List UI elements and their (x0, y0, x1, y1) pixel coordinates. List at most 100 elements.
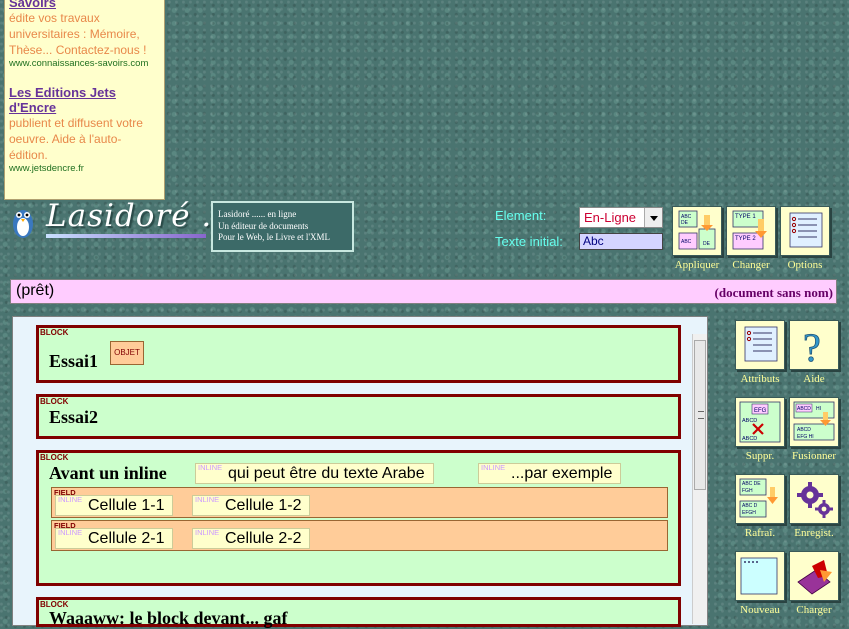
apply-icon: ABC DE ABC DE (672, 206, 722, 256)
svg-text:TYPE 2: TYPE 2 (735, 236, 756, 242)
cell-2-2[interactable]: INLINE Cellule 2-2 (192, 528, 311, 549)
tagline-line: Lasidoré ...... en ligne (218, 209, 297, 219)
block-title[interactable]: Essai2 (49, 407, 98, 428)
changer-button[interactable]: TYPE 1 TYPE 2 Changer (726, 206, 776, 271)
aide-button[interactable]: ? Aide (789, 320, 839, 385)
ad-url[interactable]: www.jetsdencre.fr (9, 163, 160, 174)
nouveau-label: Nouveau (740, 604, 780, 616)
logo-text: Lasidoré ... (46, 198, 234, 234)
block-essai1[interactable]: BLOCK Essai1 OBJET (36, 325, 681, 383)
inline-text: qui peut être du texte Arabe (228, 465, 425, 482)
attributs-button[interactable]: Attributs (735, 320, 785, 385)
rafraichir-label: Rafraî. (744, 527, 776, 539)
inline-tag: INLINE (198, 463, 223, 472)
ad-url[interactable]: www.connaissances-savoirs.com (9, 58, 160, 69)
fusionner-label: Fusionner (792, 450, 836, 462)
suppr-button[interactable]: EFG ABCD ABCD Suppr. (735, 397, 785, 462)
block-essai2[interactable]: BLOCK Essai2 (36, 394, 681, 439)
ad-link-savoirs[interactable]: Savoirs (9, 0, 160, 10)
svg-text:?: ? (803, 325, 821, 369)
texte-initial-label: Texte initial: (495, 234, 563, 249)
svg-text:ABCD: ABCD (797, 406, 811, 412)
options-button[interactable]: Options (780, 206, 830, 271)
cell-text: Cellule 1-1 (88, 497, 165, 514)
svg-text:ABC: ABC (681, 239, 692, 245)
inline-tag: INLINE (195, 528, 220, 537)
rafraichir-button[interactable]: ABC DE FGH ABC D EFGH Rafraî. (735, 474, 785, 539)
block-avant-inline[interactable]: BLOCK Avant un inline INLINE qui peut êt… (36, 450, 681, 586)
objet-element[interactable]: OBJET (110, 341, 144, 365)
svg-text:ABCD: ABCD (797, 427, 811, 433)
ad-link-jets-encre[interactable]: Les Editions Jets d'Encre (9, 85, 160, 115)
status-text: (prêt) (16, 282, 55, 299)
element-select-value: En-Ligne (584, 210, 637, 225)
charger-button[interactable]: Charger (789, 551, 839, 616)
chevron-down-icon[interactable] (644, 208, 662, 227)
inline-tag: INLINE (58, 495, 83, 504)
block-title[interactable]: Avant un inline (49, 463, 167, 484)
svg-text:DE: DE (681, 220, 689, 226)
inline-tag: INLINE (481, 463, 506, 472)
appliquer-button[interactable]: ABC DE ABC DE Appliquer (672, 206, 722, 271)
field-row[interactable]: FIELD INLINE Cellule 2-1 INLINE Cellule … (51, 520, 668, 551)
charger-label: Charger (796, 604, 832, 616)
block-title[interactable]: Waaaww: le block devant... gaf (49, 608, 288, 629)
svg-text:EFG: EFG (754, 408, 767, 414)
block-waaaww[interactable]: BLOCK Waaaww: le block devant... gaf (36, 597, 681, 629)
cell-1-1[interactable]: INLINE Cellule 1-1 (55, 495, 174, 516)
scrollbar-thumb[interactable] (694, 340, 706, 490)
cell-1-2[interactable]: INLINE Cellule 1-2 (192, 495, 311, 516)
svg-text:ABC D: ABC D (742, 503, 758, 509)
suppr-label: Suppr. (745, 450, 775, 462)
svg-text:ABC DE: ABC DE (742, 481, 761, 487)
svg-text:ABCD: ABCD (742, 436, 757, 442)
attributes-icon (735, 320, 785, 370)
ad-desc: édite vos travaux universitaires : Mémoi… (9, 11, 147, 57)
delete-icon: EFG ABCD ABCD (735, 397, 785, 447)
scrollbar-grip (698, 411, 704, 419)
svg-text:FGH: FGH (742, 488, 753, 494)
element-label: Element: (495, 208, 547, 223)
document-name: (document sans nom) (714, 285, 833, 300)
ad-panel: Savoirs édite vos travaux universitaires… (4, 0, 165, 200)
element-select[interactable]: En-Ligne (579, 207, 663, 228)
nouveau-button[interactable]: Nouveau (735, 551, 785, 616)
new-doc-icon (735, 551, 785, 601)
cell-2-1[interactable]: INLINE Cellule 2-1 (55, 528, 174, 549)
svg-text:EFGH: EFGH (742, 510, 756, 516)
attributs-label: Attributs (740, 373, 780, 385)
inline-tag: INLINE (58, 528, 83, 537)
editor-scrollbar[interactable] (692, 334, 707, 624)
change-type-icon: TYPE 1 TYPE 2 (726, 206, 776, 256)
tagline-line: Un éditeur de documents (218, 220, 309, 231)
tagline-line: Pour le Web, le Livre et l'XML (218, 232, 330, 242)
svg-text:DE: DE (703, 241, 711, 247)
inline-element[interactable]: INLINE ...par exemple (478, 463, 622, 484)
cell-text: Cellule 1-2 (225, 497, 302, 514)
block-tag: BLOCK (40, 453, 69, 462)
inline-element[interactable]: INLINE qui peut être du texte Arabe (195, 463, 434, 484)
texte-initial-input[interactable]: Abc (579, 233, 663, 250)
field-row[interactable]: FIELD INLINE Cellule 1-1 INLINE Cellule … (51, 487, 668, 518)
aide-label: Aide (803, 373, 825, 385)
refresh-icon: ABC DE FGH ABC D EFGH (735, 474, 785, 524)
merge-icon: ABCD HI ABCD EFG HI (789, 397, 839, 447)
cell-text: Cellule 2-2 (225, 530, 302, 547)
svg-text:HI: HI (816, 406, 821, 412)
fusionner-button[interactable]: ABCD HI ABCD EFG HI Fusionner (789, 397, 839, 462)
ad-desc: publient et diffusent votre oeuvre. Aide… (9, 116, 143, 162)
svg-text:TYPE 1: TYPE 1 (735, 214, 756, 220)
block-title[interactable]: Essai1 (49, 351, 98, 372)
tagline-box: Lasidoré ...... en ligne Un éditeur de d… (211, 201, 354, 252)
app-logo: Lasidoré ... (10, 198, 233, 242)
options-icon (780, 206, 830, 256)
save-gears-icon (789, 474, 839, 524)
appliquer-label: Appliquer (674, 259, 720, 271)
svg-text:EFG HI: EFG HI (797, 434, 814, 440)
block-tag: BLOCK (40, 397, 69, 406)
load-icon (789, 551, 839, 601)
options-label: Options (787, 259, 823, 271)
help-icon: ? (789, 320, 839, 370)
changer-label: Changer (732, 259, 770, 271)
enregistrer-button[interactable]: Enregist. (789, 474, 839, 539)
